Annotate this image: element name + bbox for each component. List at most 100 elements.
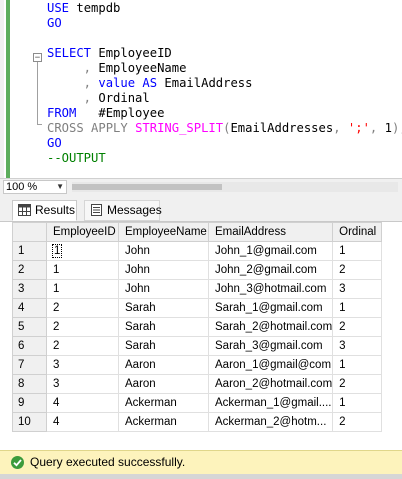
grid-cell[interactable]: Aaron_2@hotmail.com <box>207 374 334 394</box>
cell-text: 9 <box>18 397 25 409</box>
table-row[interactable]: 2 1 John John_2@gmail.com 2 <box>12 260 383 280</box>
grid-cell[interactable]: 1 <box>46 279 119 299</box>
cell-text: 3 <box>339 340 346 352</box>
result-tabs: Results Messages <box>0 195 402 222</box>
grid-cell[interactable]: John_2@gmail.com <box>207 260 334 280</box>
results-grid[interactable]: EmployeeID EmployeeName EmailAddress Ordina… <box>12 222 383 432</box>
grid-corner[interactable] <box>12 222 47 242</box>
grid-cell[interactable]: Aaron_1@gmail@com <box>207 355 334 375</box>
cell-text: 1 <box>339 302 346 314</box>
table-row[interactable]: 1 1 John John_1@gmail.com 1 <box>12 241 383 261</box>
grid-cell[interactable]: 2 <box>332 412 383 432</box>
table-row[interactable]: 4 2 Sarah Sarah_1@gmail.com 1 <box>12 298 383 318</box>
grid-cell[interactable]: Sarah_3@gmail.com <box>207 336 334 356</box>
code-line[interactable]: CROSS APPLY STRING_SPLIT(EmailAddresses,… <box>47 120 402 137</box>
code-token: AS <box>142 76 165 90</box>
column-header[interactable]: EmployeeID <box>46 222 119 242</box>
grid-cell[interactable]: 2 <box>46 317 119 337</box>
grid-cell[interactable]: Sarah_2@hotmail.com <box>207 317 334 337</box>
cell-text: Ackerman <box>125 416 177 428</box>
table-row[interactable]: 8 3 Aaron Aaron_2@hotmail.com 2 <box>12 374 383 394</box>
code-token: tempdb <box>76 1 121 15</box>
table-row[interactable]: 10 4 Ackerman Ackerman_2@hotm... 2 <box>12 412 383 432</box>
grid-cell[interactable]: 1 <box>332 393 383 413</box>
selection-margin[interactable] <box>10 0 32 178</box>
row-number[interactable]: 5 <box>12 317 47 337</box>
zoom-dropdown[interactable]: 100 % ▼ <box>3 180 67 194</box>
code-token: , <box>47 91 99 105</box>
horizontal-scrollbar[interactable] <box>72 182 398 192</box>
grid-cell[interactable]: John <box>118 241 209 261</box>
grid-cell[interactable]: 1 <box>46 241 119 261</box>
code-line[interactable]: --OUTPUT <box>47 150 106 167</box>
grid-cell[interactable]: John <box>118 279 209 299</box>
grid-cell[interactable]: John_3@hotmail.com <box>207 279 334 299</box>
column-header[interactable]: Ordinal <box>332 222 383 242</box>
grid-cell[interactable]: 4 <box>46 393 119 413</box>
code-token: EmployeeName <box>98 61 187 75</box>
tab-messages[interactable]: Messages <box>84 200 162 221</box>
row-number[interactable]: 2 <box>12 260 47 280</box>
chevron-down-icon: ▼ <box>56 182 64 191</box>
table-row[interactable]: 9 4 Ackerman Ackerman_1@gmail.... 1 <box>12 393 383 413</box>
cell-text: John_1@gmail.com <box>215 245 317 257</box>
scrollbar-thumb[interactable] <box>72 184 222 190</box>
column-header[interactable]: EmployeeName <box>118 222 209 242</box>
row-number[interactable]: 1 <box>12 241 47 261</box>
table-row[interactable]: 5 2 Sarah Sarah_2@hotmail.com 2 <box>12 317 383 337</box>
grid-cell[interactable]: Ackerman <box>118 412 209 432</box>
grid-cell[interactable]: Ackerman_2@hotm... <box>207 412 334 432</box>
grid-cell[interactable]: 3 <box>332 279 383 299</box>
row-number[interactable]: 3 <box>12 279 47 299</box>
table-row[interactable]: 7 3 Aaron Aaron_1@gmail@com 1 <box>12 355 383 375</box>
grid-cell[interactable]: Sarah <box>118 336 209 356</box>
table-row[interactable]: 3 1 John John_3@hotmail.com 3 <box>12 279 383 299</box>
grid-cell[interactable]: Ackerman_1@gmail.... <box>207 393 334 413</box>
grid-cell[interactable]: 2 <box>46 298 119 318</box>
grid-cell[interactable]: 1 <box>332 355 383 375</box>
cell-text: 8 <box>18 378 25 390</box>
cell-text: 1 <box>51 244 63 258</box>
grid-cell[interactable]: 2 <box>332 374 383 394</box>
grid-cell[interactable]: Ackerman <box>118 393 209 413</box>
grid-cell[interactable]: 3 <box>46 355 119 375</box>
cell-text: 1 <box>53 264 60 276</box>
grid-cell[interactable]: Sarah_1@gmail.com <box>207 298 334 318</box>
row-number[interactable]: 9 <box>12 393 47 413</box>
cell-text: 2 <box>339 416 346 428</box>
grid-cell[interactable]: Aaron <box>118 355 209 375</box>
tab-results[interactable]: Results <box>12 200 77 221</box>
row-number[interactable]: 10 <box>12 412 47 432</box>
grid-cell[interactable]: 2 <box>332 317 383 337</box>
grid-cell[interactable]: 3 <box>332 336 383 356</box>
grid-cell[interactable]: John <box>118 260 209 280</box>
cell-text: 2 <box>53 302 60 314</box>
grid-cell[interactable]: 1 <box>46 260 119 280</box>
grid-cell[interactable]: 1 <box>332 298 383 318</box>
code-line[interactable]: GO <box>47 15 62 32</box>
grid-cell[interactable]: 2 <box>46 336 119 356</box>
code-token: 1 <box>384 121 392 135</box>
column-header[interactable]: EmailAddress <box>207 222 334 242</box>
cell-text: 2 <box>53 340 60 352</box>
cell-text: Aaron <box>125 378 156 390</box>
grid-cell[interactable]: John_1@gmail.com <box>207 241 334 261</box>
collapse-icon[interactable]: − <box>33 53 42 63</box>
grid-cell[interactable]: Sarah <box>118 317 209 337</box>
grid-cell[interactable]: Aaron <box>118 374 209 394</box>
grid-cell[interactable]: 4 <box>46 412 119 432</box>
row-number[interactable]: 7 <box>12 355 47 375</box>
grid-cell[interactable]: 2 <box>332 260 383 280</box>
grid-cell[interactable]: 1 <box>332 241 383 261</box>
grid-icon <box>18 204 31 216</box>
query-editor[interactable]: − USE tempdb GO SELECT EmployeeID , Employ… <box>0 0 402 178</box>
grid-cell[interactable]: Sarah <box>118 298 209 318</box>
table-row[interactable]: 6 2 Sarah Sarah_3@gmail.com 3 <box>12 336 383 356</box>
row-number[interactable]: 8 <box>12 374 47 394</box>
code-token: SELECT <box>47 46 99 60</box>
row-number[interactable]: 4 <box>12 298 47 318</box>
row-number[interactable]: 6 <box>12 336 47 356</box>
cell-text: 2 <box>53 321 60 333</box>
cell-text: John <box>125 283 150 295</box>
grid-cell[interactable]: 3 <box>46 374 119 394</box>
